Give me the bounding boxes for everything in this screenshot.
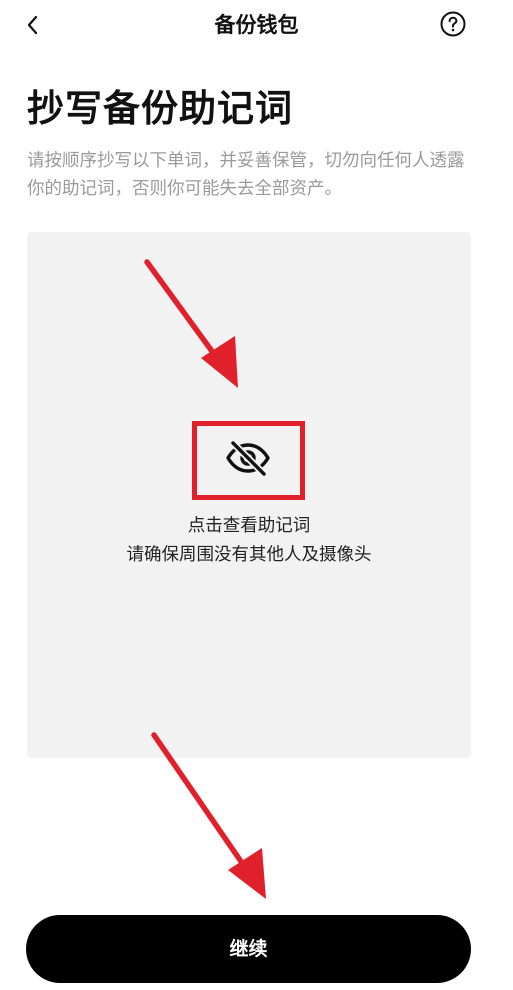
help-button[interactable]: [439, 10, 467, 38]
page-title: 抄写备份助记词: [27, 87, 293, 130]
reveal-hint: 点击查看助记词: [187, 516, 311, 536]
eye-slash-icon: [226, 439, 270, 478]
back-button[interactable]: [22, 10, 48, 40]
reveal-button[interactable]: [224, 438, 272, 478]
nav-title: 备份钱包: [214, 13, 299, 37]
question-circle-icon: [440, 11, 466, 37]
page-description: 请按顺序抄写以下单词，并妥善保管，切勿向任何人透露你的助记词，否则你可能失去全部…: [27, 151, 465, 199]
privacy-warning: 请确保周围没有其他人及摄像头: [126, 545, 372, 565]
chevron-left-icon: [27, 15, 38, 35]
annotation-arrow-to-button: [151, 732, 266, 899]
top-nav-bar: 备份钱包: [0, 0, 513, 50]
continue-button[interactable]: 继续: [26, 915, 471, 983]
